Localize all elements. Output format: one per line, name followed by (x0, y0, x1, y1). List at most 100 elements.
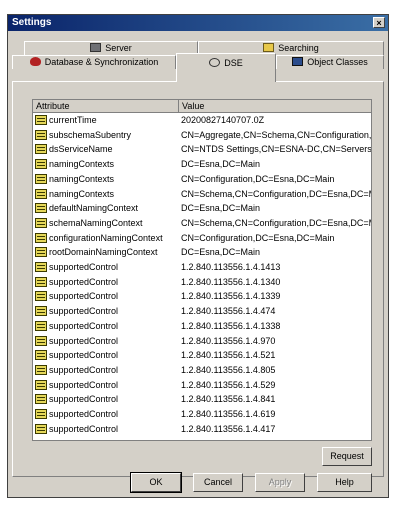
value-cell: 1.2.840.113556.1.4.1413 (181, 262, 281, 272)
table-row[interactable]: rootDomainNamingContext DC=Esna,DC=Main (33, 245, 371, 260)
value-cell: CN=Schema,CN=Configuration,DC=Esna,DC=M (181, 188, 371, 199)
attribute-cell: namingContexts (35, 187, 177, 202)
attribute-cell: supportedControl (35, 392, 177, 407)
list-header: Attribute Value (33, 100, 371, 113)
column-header-value[interactable]: Value (179, 100, 371, 112)
request-button[interactable]: Request (322, 447, 372, 466)
tab-dse-label: DSE (224, 58, 243, 68)
value-cell: 1.2.840.113556.1.4.619 (181, 409, 276, 419)
table-row[interactable]: namingContexts CN=Configuration,DC=Esna,D… (33, 172, 371, 187)
attribute-icon (35, 276, 47, 287)
attribute-name: dsServiceName (49, 144, 113, 155)
value-cell: 1.2.840.113556.1.4.521 (181, 350, 276, 361)
tab-searching-label: Searching (278, 43, 319, 53)
table-row[interactable]: configurationNamingContext CN=Configurati… (33, 231, 371, 246)
attribute-icon (35, 423, 47, 434)
tab-dse[interactable]: DSE (176, 53, 276, 82)
cancel-button[interactable]: Cancel (193, 473, 243, 492)
attribute-icon (35, 232, 47, 243)
value-cell: DC=Esna,DC=Main (181, 247, 261, 258)
tab-database-sync[interactable]: Database & Synchronization (12, 55, 176, 69)
value-cell: DC=Esna,DC=Main (181, 159, 261, 170)
apply-button[interactable]: Apply (255, 473, 305, 492)
table-row[interactable]: supportedControl 1.2.840.113556.1.4.841 (33, 392, 371, 407)
attribute-cell: configurationNamingContext (35, 231, 177, 246)
attribute-name: supportedControl (49, 423, 119, 434)
attribute-name: defaultNamingContext (49, 203, 139, 214)
table-row[interactable]: supportedControl 1.2.840.113556.1.4.1339 (33, 289, 371, 304)
attribute-cell: supportedControl (35, 334, 177, 349)
table-row[interactable]: dsServiceName CN=NTDS Settings,CN=ESNA-DC… (33, 142, 371, 157)
ok-button-label: OK (149, 477, 163, 487)
table-row[interactable]: supportedControl 1.2.840.113556.1.4.1413 (33, 260, 371, 275)
attribute-name: currentTime (49, 115, 97, 125)
attribute-cell: supportedControl (35, 304, 177, 319)
attribute-cell: supportedControl (35, 348, 177, 363)
attribute-icon (35, 379, 47, 390)
attribute-icon (35, 129, 47, 140)
tab-server[interactable]: Server (24, 41, 198, 55)
value-cell: 1.2.840.113556.1.4.417 (181, 423, 276, 434)
attribute-name: subschemaSubentry (49, 129, 132, 140)
attribute-icon (35, 115, 47, 125)
value-cell: CN=Configuration,DC=Esna,DC=Main (181, 232, 335, 243)
attribute-name: supportedControl (49, 394, 119, 405)
attribute-icon (35, 262, 47, 272)
database-icon (29, 57, 41, 66)
table-row[interactable]: supportedControl 1.2.840.113556.1.4.805 (33, 363, 371, 378)
attribute-icon (35, 335, 47, 346)
tab-server-label: Server (105, 43, 132, 53)
table-row[interactable]: supportedControl 1.2.840.113556.1.4.970 (33, 334, 371, 349)
value-cell: 1.2.840.113556.1.4.970 (181, 335, 276, 346)
table-row[interactable]: supportedControl 1.2.840.113556.1.4.521 (33, 348, 371, 363)
table-row[interactable]: supportedControl 1.2.840.113556.1.4.474 (33, 304, 371, 319)
attribute-cell: namingContexts (35, 157, 177, 172)
attribute-cell: namingContexts (35, 172, 177, 187)
attribute-name: supportedControl (49, 364, 119, 375)
attribute-icon (35, 350, 47, 361)
attribute-cell: dsServiceName (35, 142, 177, 157)
help-button[interactable]: Help (317, 473, 372, 492)
attribute-cell: supportedControl (35, 422, 177, 437)
column-header-attribute[interactable]: Attribute (33, 100, 179, 112)
ok-button[interactable]: OK (130, 472, 182, 493)
attribute-cell: supportedControl (35, 275, 177, 290)
attribute-name: supportedControl (49, 291, 119, 302)
attribute-cell: supportedControl (35, 363, 177, 378)
table-row[interactable]: supportedControl 1.2.840.113556.1.4.1338 (33, 319, 371, 334)
table-row[interactable]: supportedControl 1.2.840.113556.1.4.417 (33, 422, 371, 437)
close-button[interactable]: × (373, 17, 385, 28)
table-row[interactable]: supportedControl 1.2.840.113556.1.4.619 (33, 407, 371, 422)
attribute-cell: supportedControl (35, 260, 177, 275)
attribute-cell: schemaNamingContext (35, 216, 177, 231)
dse-attribute-list[interactable]: Attribute Value currentTime 2020082714070… (32, 99, 372, 441)
attribute-name: rootDomainNamingContext (49, 247, 158, 258)
dse-icon (209, 58, 221, 67)
table-row[interactable]: supportedControl 1.2.840.113556.1.4.529 (33, 378, 371, 393)
attribute-cell: supportedControl (35, 319, 177, 334)
value-cell: 1.2.840.113556.1.4.1340 (181, 276, 281, 287)
attribute-icon (35, 159, 47, 170)
attribute-name: supportedControl (49, 276, 119, 287)
table-row[interactable]: namingContexts DC=Esna,DC=Main (33, 157, 371, 172)
table-row[interactable]: schemaNamingContext CN=Schema,CN=Configur… (33, 216, 371, 231)
attribute-cell: rootDomainNamingContext (35, 245, 177, 260)
value-cell: CN=Configuration,DC=Esna,DC=Main (181, 173, 335, 184)
table-row[interactable]: subschemaSubentry CN=Aggregate,CN=Schema,… (33, 128, 371, 143)
attribute-icon (35, 203, 47, 214)
table-row[interactable]: supportedControl 1.2.840.113556.1.4.1340 (33, 275, 371, 290)
value-cell: CN=NTDS Settings,CN=ESNA-DC,CN=Servers, (181, 144, 371, 155)
attribute-name: configurationNamingContext (49, 232, 163, 243)
value-cell: 1.2.840.113556.1.4.474 (181, 306, 276, 317)
attribute-icon (35, 144, 47, 155)
value-cell: CN=Aggregate,CN=Schema,CN=Configuration,… (181, 129, 371, 140)
table-row[interactable]: defaultNamingContext DC=Esna,DC=Main (33, 201, 371, 216)
table-row[interactable]: currentTime 20200827140707.0Z (33, 113, 371, 128)
attribute-cell: supportedControl (35, 378, 177, 393)
value-cell: 1.2.840.113556.1.4.805 (181, 364, 276, 375)
attribute-name: schemaNamingContext (49, 217, 143, 228)
attribute-icon (35, 173, 47, 184)
table-row[interactable]: namingContexts CN=Schema,CN=Configuration… (33, 187, 371, 202)
tab-object-classes[interactable]: Object Classes (276, 55, 384, 69)
attribute-name: supportedControl (49, 350, 119, 361)
